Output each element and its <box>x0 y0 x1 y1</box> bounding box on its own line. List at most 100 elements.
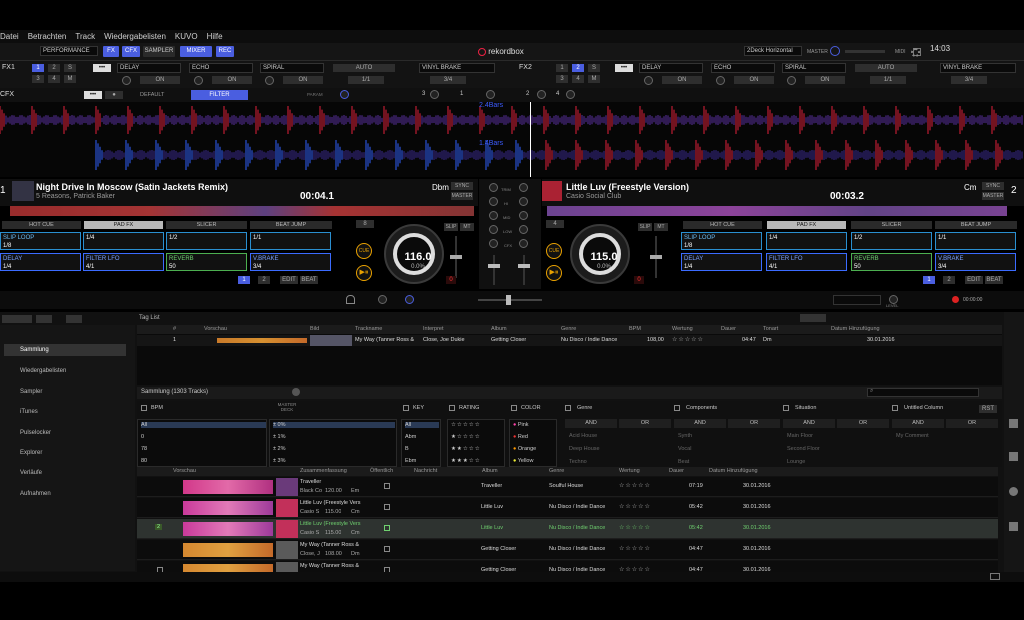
th-public[interactable]: Öffentlich <box>370 467 393 476</box>
deck2-pad-4[interactable]: 1/1 <box>935 232 1016 250</box>
fx1-on-1[interactable]: ON <box>140 76 180 84</box>
fx2-vinyl-dropdown[interactable]: VINYL BRAKE <box>940 63 1016 73</box>
reset-filter-button[interactable]: RST <box>979 405 997 413</box>
tl-h-duration[interactable]: Dauer <box>721 325 736 334</box>
fx1-on-3[interactable]: ON <box>283 76 323 84</box>
sidebar-item-aufnahmen[interactable]: Aufnahmen <box>4 488 126 500</box>
tag-icon[interactable] <box>1009 419 1018 428</box>
fx2-unit-4[interactable]: 4 <box>572 75 584 83</box>
fx2-unit-m[interactable]: M <box>588 75 600 83</box>
waveform-display[interactable]: 2.4Bars 1.4Bars <box>0 102 1024 177</box>
key-opt-2[interactable]: B <box>405 446 409 452</box>
genre-opt-1[interactable]: Deep House <box>569 446 600 452</box>
fx1-effect-3[interactable]: SPIRAL <box>260 63 324 73</box>
fx1-vinyl-value[interactable]: 3/4 <box>430 76 466 84</box>
deck1-sync-button[interactable]: SYNC <box>451 182 473 190</box>
th-preview[interactable]: Vorschau <box>173 467 196 476</box>
range-opt-0[interactable]: ± 0% <box>273 422 395 428</box>
deck1-reset-button[interactable]: 0 <box>446 276 456 284</box>
fx2-unit-1[interactable]: 1 <box>556 64 568 72</box>
menu-betrachten[interactable]: Betrachten <box>28 32 67 41</box>
deck1-tab-hotcue[interactable]: HOT CUE <box>2 221 81 229</box>
deck2-tab-slicer[interactable]: SLICER <box>851 221 932 229</box>
deck2-page-1[interactable]: 1 <box>923 276 935 284</box>
deck2-cue-button[interactable]: CUE <box>546 243 562 259</box>
table-row[interactable]: Little Luv (Freestyle Vers Casio S 115.00 C… <box>137 498 998 518</box>
key-opt-3[interactable]: Ebm <box>405 458 416 464</box>
fx2-unit-2[interactable]: 2 <box>572 64 584 72</box>
color-opt-2[interactable]: ● Orange <box>513 446 536 452</box>
bpm-filter-check[interactable] <box>141 405 147 411</box>
fx1-knob-3[interactable] <box>265 76 274 85</box>
th-message[interactable]: Nachricht <box>414 467 437 476</box>
headphone-mix-knob[interactable] <box>378 295 387 304</box>
row-rating[interactable]: ☆☆☆☆☆ <box>619 545 651 552</box>
deck1-page-2[interactable]: 2 <box>258 276 270 284</box>
tl-h-rating[interactable]: Wertung <box>672 325 693 334</box>
bpm-opt-2[interactable]: 78 <box>141 446 147 452</box>
untitled-opt-0[interactable]: My Comment <box>896 433 929 439</box>
deck1-pad-2[interactable]: 1/4 <box>83 232 164 250</box>
menu-wiedergabelisten[interactable]: Wiedergabelisten <box>104 32 166 41</box>
mixer-low-1[interactable] <box>489 225 498 234</box>
cfx-param-knob[interactable] <box>340 90 349 99</box>
fullscreen-icon[interactable] <box>990 573 1000 580</box>
sidebar-item-sampler[interactable]: Sampler <box>4 386 126 398</box>
search-input[interactable] <box>867 388 979 397</box>
fx1-auto-button[interactable]: AUTO <box>333 64 395 72</box>
color-opt-3[interactable]: ● Yellow <box>513 458 533 464</box>
fx1-effect-2[interactable]: ECHO <box>189 63 253 73</box>
mixer-trim-2[interactable] <box>519 183 528 192</box>
fx-button[interactable]: FX <box>103 46 119 57</box>
mixer-cfx-2[interactable] <box>519 239 528 248</box>
key-opt-0[interactable]: All <box>405 422 439 428</box>
row-public-check[interactable] <box>384 546 390 552</box>
situation-and-button[interactable]: AND <box>783 419 835 428</box>
range-opt-2[interactable]: ± 2% <box>273 446 286 452</box>
fx1-unit-3[interactable]: 3 <box>32 75 44 83</box>
deck1-jog-wheel[interactable]: 116.0 0.0% <box>384 224 444 284</box>
rating-opt-1[interactable]: ★☆☆☆☆ <box>451 434 481 440</box>
tl-h-bpm[interactable]: BPM <box>629 325 641 334</box>
range-opt-3[interactable]: ± 3% <box>273 458 286 464</box>
deck1-pad-7[interactable]: REVERB 50 <box>166 253 247 271</box>
fx2-effect-3[interactable]: SPIRAL <box>782 63 846 73</box>
fx1-beat-value[interactable]: 1/1 <box>348 76 384 84</box>
deck1-page-1[interactable]: 1 <box>238 276 250 284</box>
layout-dropdown[interactable]: 2Deck Horizontal <box>744 46 802 56</box>
sidebar-item-wiedergabelisten[interactable]: Wiedergabelisten <box>4 365 126 377</box>
untitled-and-button[interactable]: AND <box>892 419 944 428</box>
deck2-page-2[interactable]: 2 <box>943 276 955 284</box>
mixer-low-2[interactable] <box>519 225 528 234</box>
deck1-pad-6[interactable]: FILTER LFO 4/1 <box>83 253 164 271</box>
untitled-filter-check[interactable] <box>892 405 898 411</box>
mixer-fader-2-handle[interactable] <box>518 264 530 268</box>
deck1-edit-button[interactable]: EDIT <box>280 276 298 284</box>
deck2-beat-button[interactable]: BEAT <box>985 276 1003 284</box>
rating-opt-3[interactable]: ★★★☆☆ <box>451 458 481 464</box>
table-row[interactable]: 2 Little Luv (Freestyle Vers Casio S 115.00… <box>137 519 998 539</box>
genre-opt-0[interactable]: Acid House <box>569 433 597 439</box>
color-filter-list[interactable]: ● Pink ● Red ● Orange ● Yellow <box>509 419 557 467</box>
fx2-beat-value[interactable]: 1/1 <box>870 76 906 84</box>
situation-opt-0[interactable]: Main Floor <box>787 433 813 439</box>
deck1-tempo-handle[interactable] <box>450 255 462 259</box>
situation-or-button[interactable]: OR <box>837 419 889 428</box>
fx2-more-button[interactable]: ••• <box>615 64 633 72</box>
fx1-unit-m[interactable]: M <box>64 75 76 83</box>
deck1-beat-num[interactable]: 8 <box>356 220 374 228</box>
sidebar-item-explorer[interactable]: Explorer <box>4 447 126 459</box>
deck2-beat-num[interactable]: 4 <box>546 220 564 228</box>
menu-kuvo[interactable]: KUVO <box>175 32 198 41</box>
fx2-knob-3[interactable] <box>787 76 796 85</box>
cfx-button[interactable]: CFX <box>122 46 140 57</box>
situation-opt-1[interactable]: Second Floor <box>787 446 820 452</box>
deck2-tab-hotcue[interactable]: HOT CUE <box>683 221 762 229</box>
fx1-unit-2[interactable]: 2 <box>48 64 60 72</box>
key-filter-list[interactable]: All Abm B Ebm <box>401 419 441 467</box>
fx2-unit-3[interactable]: 3 <box>556 75 568 83</box>
deck2-mt-button[interactable]: MT <box>654 223 668 231</box>
related-icon[interactable] <box>1009 452 1018 461</box>
deck1-pad-8[interactable]: V.BRAKE 3/4 <box>250 253 331 271</box>
deck2-tab-beatjump[interactable]: BEAT JUMP <box>935 221 1017 229</box>
